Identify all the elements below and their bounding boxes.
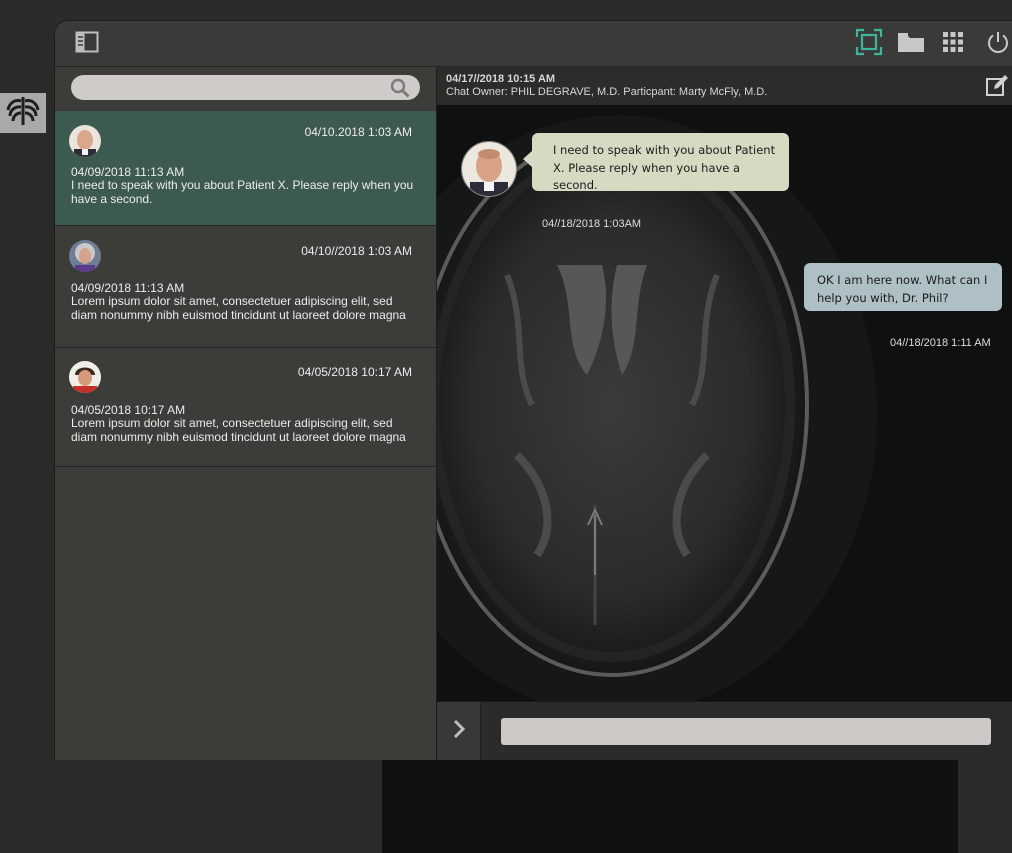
message-input[interactable] bbox=[501, 718, 991, 745]
message-preview: Lorem ipsum dolor sit amet, consectetuer… bbox=[71, 294, 406, 322]
fullscreen-icon bbox=[855, 28, 883, 61]
panel-toggle-icon bbox=[75, 31, 99, 58]
message-timestamp: 04/09/2018 11:13 AM bbox=[71, 281, 185, 295]
message-timestamp: 04/05/2018 10:17 AM bbox=[71, 403, 186, 417]
chat-pane: 04/17//2018 10:15 AM Chat Owner: PHIL DE… bbox=[437, 67, 1012, 760]
conversation-item[interactable]: 04/10.2018 1:03 AM 04/09/2018 11:13 AM I… bbox=[55, 111, 436, 226]
conversation-item[interactable]: 04/10//2018 1:03 AM 04/09/2018 11:13 AM … bbox=[55, 226, 436, 348]
expand-button[interactable] bbox=[437, 702, 481, 760]
edit-icon[interactable] bbox=[985, 74, 1009, 103]
chat-datetime: 04/17//2018 10:15 AM bbox=[446, 73, 556, 85]
outgoing-message: OK I am here now. What can I help you wi… bbox=[804, 263, 1002, 311]
avatar bbox=[69, 125, 101, 157]
incoming-message-time: 04//18/2018 1:03AM bbox=[542, 218, 642, 230]
chat-header: 04/17//2018 10:15 AM Chat Owner: PHIL DE… bbox=[437, 67, 1012, 105]
grid-apps-icon bbox=[942, 31, 964, 58]
avatar bbox=[69, 240, 101, 272]
search-icon[interactable] bbox=[390, 78, 410, 103]
app-window: 04/10.2018 1:03 AM 04/09/2018 11:13 AM I… bbox=[54, 20, 1012, 760]
message-preview: I need to speak with you about Patient X… bbox=[71, 178, 414, 206]
outgoing-message-time: 04//18/2018 1:11 AM bbox=[890, 337, 991, 349]
sender-avatar bbox=[461, 141, 517, 197]
avatar bbox=[69, 361, 101, 393]
power-icon bbox=[986, 30, 1010, 59]
conversation-item[interactable]: 04/05/2018 10:17 AM 04/05/2018 10:17 AM … bbox=[55, 348, 436, 467]
message-timestamp: 04/09/2018 11:13 AM bbox=[71, 165, 185, 179]
panel-toggle-button[interactable] bbox=[73, 30, 101, 58]
search-bar[interactable] bbox=[71, 75, 420, 100]
conversation-date: 04/10.2018 1:03 AM bbox=[304, 125, 412, 139]
power-button[interactable] bbox=[984, 30, 1012, 58]
conversation-date: 04/05/2018 10:17 AM bbox=[297, 365, 412, 379]
conversation-list: 04/10.2018 1:03 AM 04/09/2018 11:13 AM I… bbox=[55, 67, 437, 760]
chevron-right-icon bbox=[452, 719, 466, 744]
ribcage-icon bbox=[5, 94, 41, 133]
folder-icon bbox=[897, 31, 925, 58]
conversation-date: 04/10//2018 1:03 AM bbox=[301, 244, 412, 258]
folder-button[interactable] bbox=[897, 30, 925, 58]
top-toolbar bbox=[55, 21, 1012, 67]
fullscreen-button[interactable] bbox=[855, 28, 883, 61]
message-preview: Lorem ipsum dolor sit amet, consectetuer… bbox=[71, 416, 406, 444]
chat-participants: Chat Owner: PHIL DEGRAVE, M.D. Particpan… bbox=[446, 86, 768, 98]
imaging-nav-button[interactable] bbox=[0, 93, 46, 133]
incoming-message: I need to speak with you about Patient X… bbox=[523, 133, 789, 192]
brain-scan-image bbox=[437, 105, 1012, 701]
message-composer bbox=[437, 701, 1012, 760]
apps-grid-button[interactable] bbox=[939, 30, 967, 58]
app-rail bbox=[0, 0, 958, 853]
